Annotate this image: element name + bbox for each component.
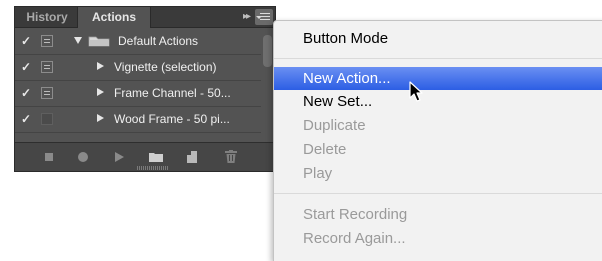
menu-item-new-set[interactable]: New Set...	[274, 90, 602, 113]
stop-icon[interactable]	[45, 153, 53, 161]
collapse-triangle-icon[interactable]	[97, 62, 104, 70]
action-row[interactable]: ✓ Wood Frame - 50 pi...	[15, 107, 261, 133]
new-action-icon[interactable]	[187, 151, 197, 163]
trash-icon[interactable]	[225, 150, 237, 163]
toggle-check-icon[interactable]: ✓	[21, 34, 33, 48]
menu-item-button-mode[interactable]: Button Mode	[274, 27, 602, 50]
actions-list: ✓ Default Actions ✓ Vignette (selection)…	[15, 29, 261, 133]
panel-bottom-toolbar	[15, 142, 275, 171]
expand-triangle-icon[interactable]	[74, 37, 82, 44]
action-row[interactable]: ✓ Vignette (selection)	[15, 55, 261, 81]
dialog-toggle-icon[interactable]	[41, 87, 53, 99]
collapse-triangle-icon[interactable]	[97, 114, 104, 122]
dialog-toggle-icon[interactable]	[41, 61, 53, 73]
menu-item-delete[interactable]: Delete	[274, 138, 602, 161]
new-set-icon[interactable]	[149, 152, 163, 162]
dialog-toggle-icon[interactable]	[41, 35, 53, 47]
folder-icon	[88, 36, 110, 47]
panel-scrollbar[interactable]	[263, 33, 273, 143]
toggle-check-icon[interactable]: ✓	[21, 60, 33, 74]
scrollbar-thumb[interactable]	[263, 35, 272, 67]
toggle-check-icon[interactable]: ✓	[21, 112, 33, 126]
dialog-toggle-icon[interactable]	[41, 113, 53, 125]
menu-item-new-action[interactable]: New Action...	[274, 67, 602, 90]
menu-item-duplicate[interactable]: Duplicate	[274, 114, 602, 137]
actions-panel: History Actions ▸▸ ✓ Default Actions ✓ V…	[14, 6, 276, 172]
menu-item-start-recording[interactable]: Start Recording	[274, 203, 602, 226]
record-icon[interactable]	[78, 152, 88, 162]
action-row[interactable]: ✓ Frame Channel - 50...	[15, 81, 261, 107]
menu-separator	[274, 193, 602, 194]
mouse-pointer-icon	[409, 81, 423, 102]
resize-grip[interactable]	[137, 166, 169, 170]
menu-lines-icon	[260, 13, 270, 14]
action-set-row[interactable]: ✓ Default Actions	[15, 29, 261, 55]
actions-panel-menu: Button Mode New Action... New Set... Dup…	[273, 20, 602, 261]
tab-history[interactable]: History	[19, 7, 75, 27]
menu-item-play[interactable]: Play	[274, 162, 602, 185]
menu-item-record-again[interactable]: Record Again...	[274, 227, 602, 250]
collapse-panel-icon[interactable]: ▸▸	[243, 7, 251, 27]
action-label: Wood Frame - 50 pi...	[114, 112, 230, 126]
action-label: Frame Channel - 50...	[114, 86, 231, 100]
tab-actions[interactable]: Actions	[77, 7, 151, 28]
collapse-triangle-icon[interactable]	[97, 88, 104, 96]
panel-menu-button[interactable]	[255, 9, 273, 25]
menu-separator	[274, 58, 602, 59]
toggle-check-icon[interactable]: ✓	[21, 86, 33, 100]
action-set-label: Default Actions	[118, 34, 199, 48]
play-icon[interactable]	[115, 152, 124, 162]
panel-tab-bar: History Actions ▸▸	[15, 7, 275, 28]
action-label: Vignette (selection)	[114, 60, 217, 74]
